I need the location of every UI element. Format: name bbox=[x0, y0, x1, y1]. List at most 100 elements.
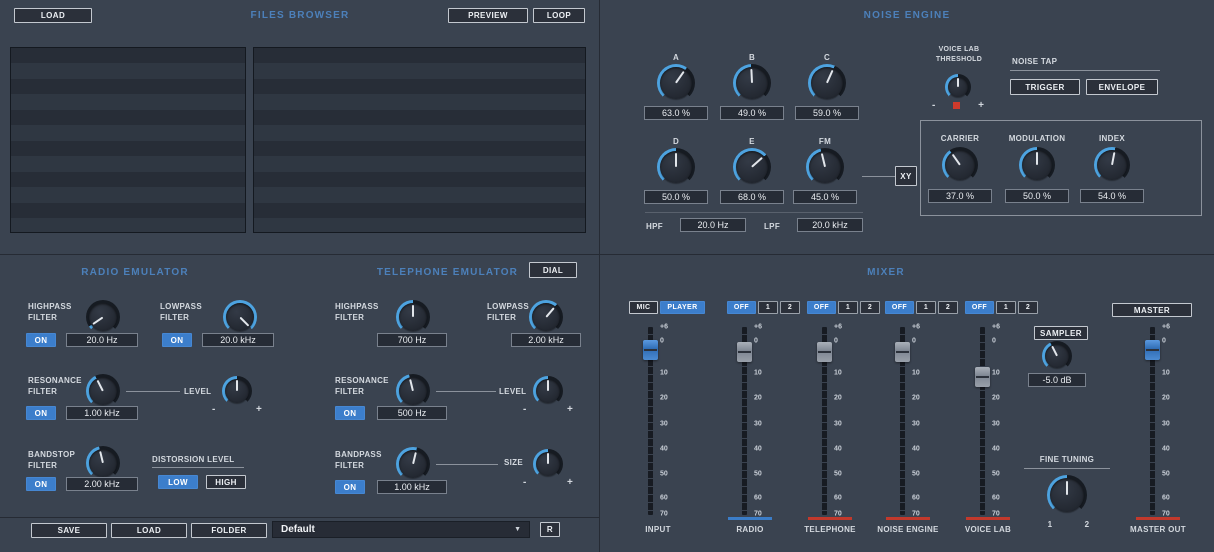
loop-button[interactable]: LOOP bbox=[533, 8, 585, 23]
fader-cap-voice-lab[interactable] bbox=[975, 367, 990, 387]
index-knob[interactable] bbox=[1094, 147, 1130, 183]
knob-d[interactable] bbox=[657, 148, 695, 186]
radio-highpass-knob[interactable] bbox=[86, 300, 120, 334]
load-file-button[interactable]: LOAD bbox=[14, 8, 92, 23]
tel-bandpass-knob[interactable] bbox=[396, 447, 430, 481]
fine-tuning-knob[interactable] bbox=[1047, 475, 1087, 515]
sampler-gain-knob[interactable] bbox=[1042, 341, 1072, 371]
knob-c[interactable] bbox=[808, 64, 846, 102]
fader-cap-radio[interactable] bbox=[737, 342, 752, 362]
voicelab-preset1-button[interactable]: 1 bbox=[996, 301, 1016, 314]
radio-off-button[interactable]: OFF bbox=[727, 301, 756, 314]
noise-preset2-button[interactable]: 2 bbox=[938, 301, 958, 314]
tel-bandpass-value[interactable]: 1.00 kHz bbox=[377, 480, 447, 494]
fader-track-radio[interactable] bbox=[742, 327, 747, 515]
save-preset-button[interactable]: SAVE bbox=[31, 523, 107, 538]
telephone-preset1-button[interactable]: 1 bbox=[838, 301, 858, 314]
file-list-files[interactable] bbox=[253, 47, 586, 233]
tel-resonance-on-button[interactable]: ON bbox=[335, 406, 365, 420]
tel-size-plus[interactable]: + bbox=[567, 477, 573, 488]
fader-cap-noise-engine[interactable] bbox=[895, 342, 910, 362]
fader-track-voice-lab[interactable] bbox=[980, 327, 985, 515]
knob-a-value[interactable]: 63.0 % bbox=[644, 106, 708, 120]
radio-highpass-on-button[interactable]: ON bbox=[26, 333, 56, 347]
knob-b-value[interactable]: 49.0 % bbox=[720, 106, 784, 120]
tel-resonance-knob[interactable] bbox=[396, 374, 430, 408]
fader-track-input[interactable] bbox=[648, 327, 653, 515]
radio-resonance-value[interactable]: 1.00 kHz bbox=[66, 406, 138, 420]
tel-level-minus[interactable]: - bbox=[523, 404, 526, 415]
threshold-plus-label[interactable]: + bbox=[978, 100, 984, 111]
knob-e[interactable] bbox=[733, 148, 771, 186]
player-button[interactable]: PLAYER bbox=[660, 301, 705, 314]
fader-track-telephone[interactable] bbox=[822, 327, 827, 515]
envelope-button[interactable]: ENVELOPE bbox=[1086, 79, 1158, 95]
distorsion-low-button[interactable]: LOW bbox=[158, 475, 198, 489]
voicelab-off-button[interactable]: OFF bbox=[965, 301, 994, 314]
radio-highpass-value[interactable]: 20.0 Hz bbox=[66, 333, 138, 347]
mic-button[interactable]: MIC bbox=[629, 301, 658, 314]
radio-lowpass-knob[interactable] bbox=[223, 300, 257, 334]
distorsion-high-button[interactable]: HIGH bbox=[206, 475, 246, 489]
lpf-value[interactable]: 20.0 kHz bbox=[797, 218, 863, 232]
tel-highpass-value[interactable]: 700 Hz bbox=[377, 333, 447, 347]
sampler-gain-value[interactable]: -5.0 dB bbox=[1028, 373, 1086, 387]
tel-size-knob[interactable] bbox=[533, 449, 563, 479]
index-value[interactable]: 54.0 % bbox=[1080, 189, 1144, 203]
trigger-button[interactable]: TRIGGER bbox=[1010, 79, 1080, 95]
knob-a[interactable] bbox=[657, 64, 695, 102]
carrier-knob[interactable] bbox=[942, 147, 978, 183]
preset-select[interactable]: Default ▼ bbox=[272, 521, 530, 538]
preview-button[interactable]: PREVIEW bbox=[448, 8, 528, 23]
modulation-value[interactable]: 50.0 % bbox=[1005, 189, 1069, 203]
tel-lowpass-value[interactable]: 2.00 kHz bbox=[511, 333, 581, 347]
tel-lowpass-knob[interactable] bbox=[529, 300, 563, 334]
radio-resonance-knob[interactable] bbox=[86, 374, 120, 408]
master-button[interactable]: MASTER bbox=[1112, 303, 1192, 317]
radio-level-knob[interactable] bbox=[222, 376, 252, 406]
telephone-preset2-button[interactable]: 2 bbox=[860, 301, 880, 314]
tel-resonance-value[interactable]: 500 Hz bbox=[377, 406, 447, 420]
radio-bandstop-value[interactable]: 2.00 kHz bbox=[66, 477, 138, 491]
hpf-value[interactable]: 20.0 Hz bbox=[680, 218, 746, 232]
knob-fm[interactable] bbox=[806, 148, 844, 186]
radio-bandstop-knob[interactable] bbox=[86, 446, 120, 480]
noise-preset1-button[interactable]: 1 bbox=[916, 301, 936, 314]
knob-c-value[interactable]: 59.0 % bbox=[795, 106, 859, 120]
carrier-value[interactable]: 37.0 % bbox=[928, 189, 992, 203]
sampler-button[interactable]: SAMPLER bbox=[1034, 326, 1088, 340]
threshold-minus-label[interactable]: - bbox=[932, 100, 935, 111]
dial-button[interactable]: DIAL bbox=[529, 262, 577, 278]
load-preset-button[interactable]: LOAD bbox=[111, 523, 187, 538]
tel-level-knob[interactable] bbox=[533, 376, 563, 406]
voice-lab-threshold-knob[interactable] bbox=[945, 74, 971, 100]
tel-level-plus[interactable]: + bbox=[567, 404, 573, 415]
reset-button[interactable]: R bbox=[540, 522, 560, 537]
file-list-folders[interactable] bbox=[10, 47, 246, 233]
tel-size-minus[interactable]: - bbox=[523, 477, 526, 488]
radio-preset1-button[interactable]: 1 bbox=[758, 301, 778, 314]
knob-b[interactable] bbox=[733, 64, 771, 102]
radio-resonance-on-button[interactable]: ON bbox=[26, 406, 56, 420]
radio-lowpass-on-button[interactable]: ON bbox=[162, 333, 192, 347]
voicelab-preset2-button[interactable]: 2 bbox=[1018, 301, 1038, 314]
xy-button[interactable]: XY bbox=[895, 166, 917, 186]
radio-level-plus[interactable]: + bbox=[256, 404, 262, 415]
folder-button[interactable]: FOLDER bbox=[191, 523, 267, 538]
radio-preset2-button[interactable]: 2 bbox=[780, 301, 800, 314]
knob-fm-value[interactable]: 45.0 % bbox=[793, 190, 857, 204]
fader-track-noise-engine[interactable] bbox=[900, 327, 905, 515]
knob-e-value[interactable]: 68.0 % bbox=[720, 190, 784, 204]
radio-level-minus[interactable]: - bbox=[212, 404, 215, 415]
telephone-off-button[interactable]: OFF bbox=[807, 301, 836, 314]
radio-lowpass-value[interactable]: 20.0 kHz bbox=[202, 333, 274, 347]
knob-d-value[interactable]: 50.0 % bbox=[644, 190, 708, 204]
fader-cap-master[interactable] bbox=[1145, 340, 1160, 360]
fader-cap-input[interactable] bbox=[643, 340, 658, 360]
tel-bandpass-on-button[interactable]: ON bbox=[335, 480, 365, 494]
tel-highpass-knob[interactable] bbox=[396, 300, 430, 334]
fader-track-master[interactable] bbox=[1150, 327, 1155, 515]
radio-bandstop-on-button[interactable]: ON bbox=[26, 477, 56, 491]
fader-cap-telephone[interactable] bbox=[817, 342, 832, 362]
noise-off-button[interactable]: OFF bbox=[885, 301, 914, 314]
